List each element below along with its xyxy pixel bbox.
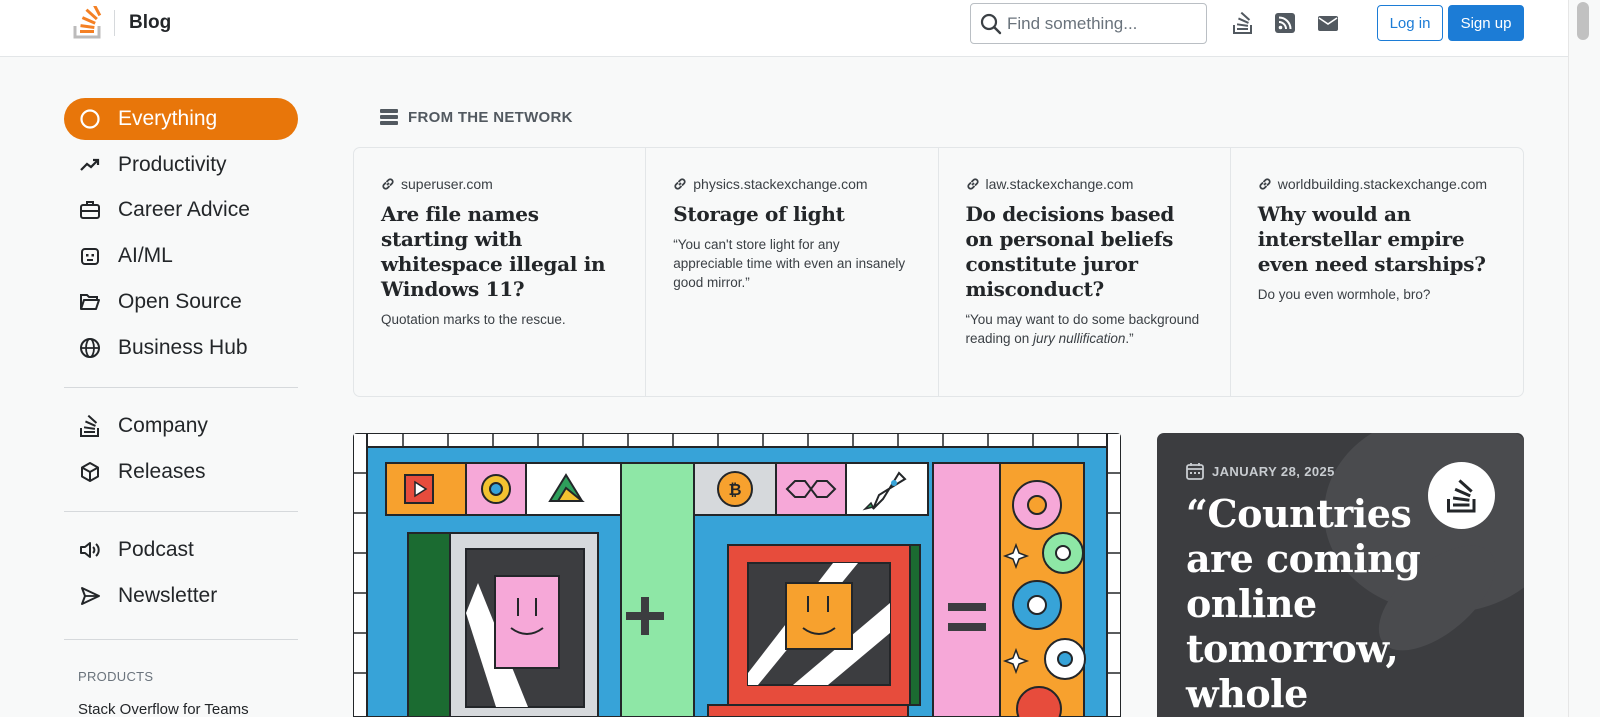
scrollbar-thumb[interactable] <box>1577 2 1589 40</box>
network-site[interactable]: superuser.com <box>381 176 617 192</box>
network-card-desc: Quotation marks to the rescue. <box>381 312 566 327</box>
sidebar-item-label: AI/ML <box>118 244 173 267</box>
network-site-label: physics.stackexchange.com <box>693 176 868 192</box>
sidebar-item-business-hub[interactable]: Business Hub <box>64 327 298 369</box>
sidebar-item-career-advice[interactable]: Career Advice <box>64 189 298 231</box>
sidebar-item-everything[interactable]: Everything <box>64 98 298 140</box>
desc-emphasis: jury nullification <box>1033 331 1126 346</box>
network-site[interactable]: physics.stackexchange.com <box>673 176 909 192</box>
products-link-teams[interactable]: Stack Overflow for Teams <box>78 701 249 717</box>
page-scrollbar[interactable] <box>1568 0 1600 717</box>
network-card-title[interactable]: Are file names starting with whitespace … <box>381 202 617 302</box>
login-button[interactable]: Log in <box>1377 5 1443 41</box>
network-site-label: superuser.com <box>401 176 493 192</box>
link-icon <box>966 178 979 190</box>
mail-icon[interactable] <box>1316 11 1340 35</box>
post-date-label: JANUARY 28, 2025 <box>1212 463 1335 479</box>
globe-icon <box>78 336 102 360</box>
network-card[interactable]: physics.stackexchange.com Storage of lig… <box>646 148 939 396</box>
briefcase-icon <box>78 198 102 222</box>
speaker-icon <box>78 538 102 562</box>
calendar-icon <box>1186 463 1204 480</box>
network-card[interactable]: worldbuilding.stackexchange.com Why woul… <box>1231 148 1523 396</box>
network-site-label: worldbuilding.stackexchange.com <box>1277 176 1488 192</box>
stackoverflow-icon <box>78 414 102 438</box>
sidebar-item-productivity[interactable]: Productivity <box>64 144 298 186</box>
signup-button[interactable]: Sign up <box>1448 5 1524 41</box>
featured-illustration[interactable]: ₿ <box>353 433 1121 717</box>
network-card-desc: “You may want to do some background read… <box>966 310 1202 348</box>
network-cards: superuser.com Are file names starting wi… <box>353 147 1524 397</box>
folder-open-icon <box>78 290 102 314</box>
top-bar: Blog Log in Sign up <box>0 0 1568 57</box>
trending-up-icon <box>78 153 102 177</box>
network-heading-label: FROM THE NETWORK <box>408 108 573 126</box>
circle-icon <box>78 107 102 131</box>
network-heading: FROM THE NETWORK <box>380 108 573 126</box>
network-card-desc: Do you even wormhole, bro? <box>1257 287 1431 302</box>
network-card[interactable]: superuser.com Are file names starting wi… <box>354 148 647 396</box>
featured-post-card[interactable]: JANUARY 28, 2025 “Countries are coming o… <box>1157 433 1524 717</box>
network-site[interactable]: law.stackexchange.com <box>966 176 1202 192</box>
sidebar-item-company[interactable]: Company <box>64 405 298 447</box>
podcast-badge <box>1428 462 1495 529</box>
rss-icon[interactable] <box>1273 11 1297 35</box>
network-stack-icon <box>380 109 398 125</box>
network-site-label: law.stackexchange.com <box>985 176 1134 192</box>
sidebar-item-label: Releases <box>118 460 206 483</box>
stackoverflow-icon <box>1446 478 1475 512</box>
featured-post-title[interactable]: “Countries are coming online tomorrow, w… <box>1186 491 1426 716</box>
search-icon <box>980 13 1002 35</box>
sidebar-item-label: Company <box>118 414 208 437</box>
svg-text:₿: ₿ <box>728 480 741 499</box>
stackoverflow-logo-icon[interactable] <box>72 6 104 40</box>
sidebar-item-label: Productivity <box>118 153 227 176</box>
sidebar-item-label: Career Advice <box>118 198 250 221</box>
sidebar-item-label: Open Source <box>118 290 242 313</box>
network-site[interactable]: worldbuilding.stackexchange.com <box>1258 176 1495 192</box>
desc-text: .” <box>1125 331 1134 346</box>
sidebar-divider <box>64 387 298 388</box>
sidebar-divider <box>64 639 298 640</box>
sidebar-divider <box>64 511 298 512</box>
search-input[interactable] <box>1007 10 1197 38</box>
network-card-title[interactable]: Do decisions based on personal beliefs c… <box>966 202 1202 302</box>
cube-icon <box>78 460 102 484</box>
link-icon <box>1259 178 1271 190</box>
logo-divider <box>114 10 115 36</box>
post-date: JANUARY 28, 2025 <box>1186 462 1335 480</box>
link-icon <box>382 178 394 190</box>
network-card[interactable]: law.stackexchange.com Do decisions based… <box>939 148 1231 396</box>
sidebar-item-label: Everything <box>118 107 218 130</box>
sidebar-item-ai-ml[interactable]: AI/ML <box>64 235 298 277</box>
products-heading: PRODUCTS <box>78 669 154 684</box>
sidebar-item-label: Podcast <box>118 538 194 561</box>
send-icon <box>78 584 102 608</box>
search-box[interactable] <box>970 3 1207 44</box>
sidebar-item-label: Business Hub <box>118 336 248 359</box>
sidebar-item-open-source[interactable]: Open Source <box>64 281 298 323</box>
robot-icon <box>78 244 102 268</box>
network-card-title[interactable]: Storage of light <box>673 202 909 227</box>
sidebar-item-releases[interactable]: Releases <box>64 451 298 493</box>
sidebar-item-podcast[interactable]: Podcast <box>64 529 298 571</box>
network-card-title[interactable]: Why would an interstellar empire even ne… <box>1258 202 1495 277</box>
brand-title[interactable]: Blog <box>129 12 171 34</box>
link-icon <box>674 178 686 190</box>
stackoverflow-icon[interactable] <box>1231 11 1255 35</box>
sidebar-item-label: Newsletter <box>118 584 218 607</box>
network-card-desc: “You can't store light for any appreciab… <box>673 237 906 290</box>
sidebar-item-newsletter[interactable]: Newsletter <box>64 575 298 617</box>
